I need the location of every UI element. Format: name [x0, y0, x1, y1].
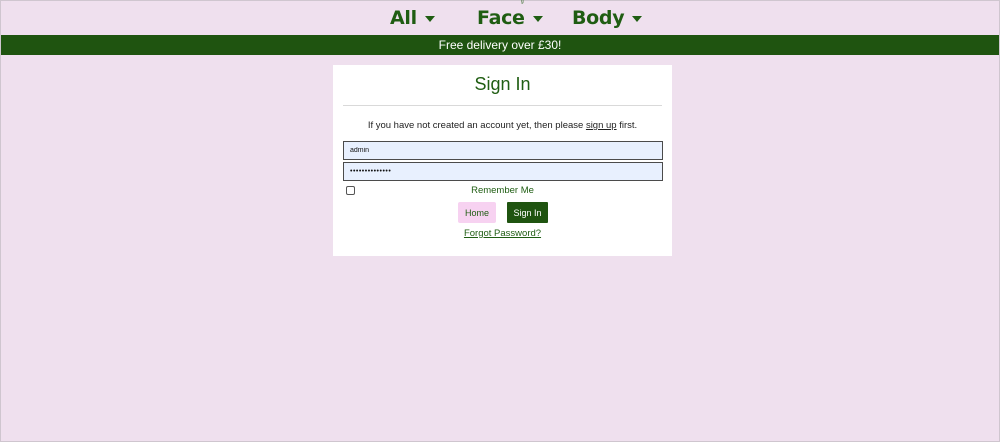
- sign-in-button[interactable]: Sign In: [507, 202, 548, 223]
- nav-item-all[interactable]: All: [390, 5, 435, 31]
- password-input[interactable]: [343, 162, 663, 181]
- nav-item-label: Body: [572, 7, 625, 29]
- banner-text: Free delivery over £30!: [438, 38, 562, 52]
- signup-prompt-prefix: If you have not created an account yet, …: [367, 120, 584, 131]
- remember-me-label: Remember Me: [471, 185, 534, 196]
- page-frame: All Face Body ᵍ Free delivery over £30! …: [0, 0, 1000, 442]
- forgot-password-link[interactable]: Forgot Password?: [333, 228, 672, 239]
- username-input[interactable]: [343, 141, 663, 160]
- chevron-down-icon: [424, 16, 435, 22]
- signup-prompt: If you have not created an account yet, …: [333, 120, 672, 131]
- signup-link[interactable]: sign up: [586, 120, 617, 131]
- chevron-down-icon: [632, 16, 643, 22]
- signup-prompt-suffix: first.: [619, 120, 638, 131]
- nav-item-label: All: [390, 7, 417, 29]
- nav-item-label: Face: [477, 7, 525, 29]
- chevron-down-icon: [532, 16, 543, 22]
- nav-item-face[interactable]: Face: [477, 5, 543, 31]
- page-title: Sign In: [474, 74, 531, 94]
- cursor-mark-icon: ᵍ: [521, 0, 524, 6]
- delivery-banner: Free delivery over £30!: [1, 35, 999, 55]
- home-button[interactable]: Home: [458, 202, 496, 223]
- divider: [343, 105, 662, 106]
- top-navigation: All Face Body ᵍ: [1, 0, 999, 35]
- nav-item-body[interactable]: Body: [572, 5, 643, 31]
- signin-card: Sign In If you have not created an accou…: [333, 65, 672, 256]
